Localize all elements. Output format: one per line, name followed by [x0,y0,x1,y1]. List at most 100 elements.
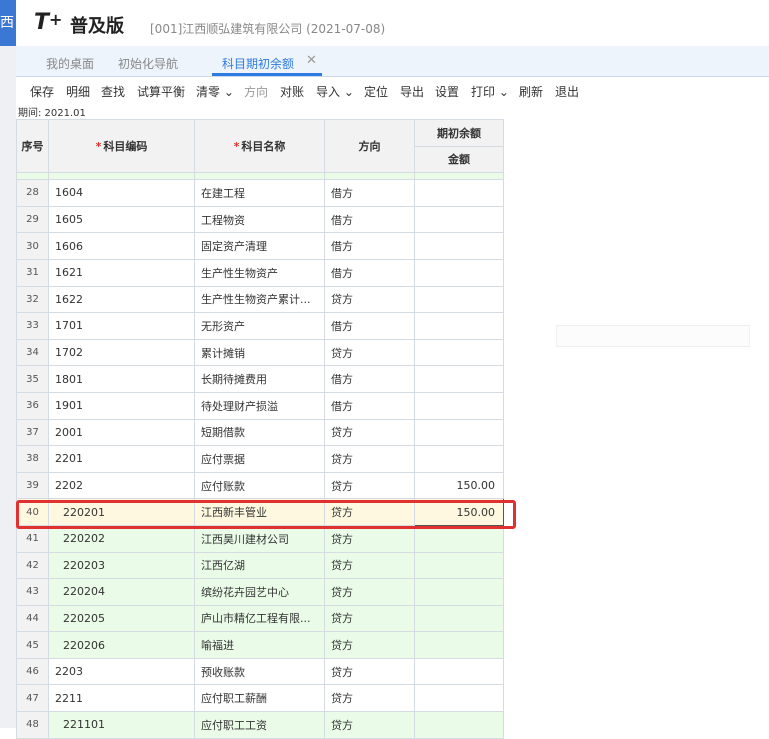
refresh-button[interactable]: 刷新 [519,83,543,100]
row-name: 固定资产清理 [194,232,325,260]
row-name: 应付票据 [194,445,325,473]
header-code: * 科目编码 [48,118,195,174]
table-row[interactable]: 38 2201 应付票据 贷方 [16,445,504,473]
row-name: 喻福进 [194,631,325,659]
row-code: 2001 [48,418,195,447]
row-code: 220206 [48,631,195,659]
row-index: 28 [16,179,49,207]
app-header: T+ 普及版 [001]江西顺弘建筑有限公司 (2021-07-08) [16,0,769,46]
table-row[interactable]: 39 2202 应付账款 贷方 150.00 [16,471,504,500]
row-index: 42 [16,551,49,580]
export-button[interactable]: 导出 [400,83,424,100]
logo-mark: T [34,10,50,35]
header-index: 序号 [16,118,49,174]
row-amount[interactable] [414,312,504,340]
row-index: 31 [16,258,49,287]
row-amount[interactable] [414,445,504,473]
row-amount[interactable] [414,684,504,713]
reconcile-button[interactable]: 对账 [280,83,304,100]
row-name: 应付职工薪酬 [194,684,325,713]
row-index: 40 [16,498,49,526]
row-amount[interactable] [414,338,504,367]
row-amount[interactable] [414,524,504,553]
row-code: 220204 [48,578,195,606]
table-row[interactable]: 46 2203 预收账款 贷方 [16,657,504,686]
detail-button[interactable]: 明细 [66,83,90,100]
row-amount[interactable] [414,205,504,234]
table-row[interactable]: 42 220203 江西亿湖 贷方 [16,551,504,580]
save-button[interactable]: 保存 [30,83,54,100]
row-amount[interactable] [414,179,504,207]
table-row[interactable]: 48 221101 应付职工工资 贷方 [16,711,504,739]
table-row[interactable]: 28 1604 在建工程 借方 [16,179,504,207]
row-code: 2211 [48,684,195,713]
trial-balance-button[interactable]: 试算平衡 [137,83,185,100]
table-row[interactable]: 35 1801 长期待摊费用 借方 [16,365,504,393]
row-code: 221101 [48,711,195,739]
row-amount[interactable] [414,258,504,287]
import-dropdown-button[interactable]: 导入 ⌄ [316,83,354,100]
row-index: 29 [16,205,49,234]
row-code: 1605 [48,205,195,234]
table-row[interactable]: 32 1622 生产性生物资产累计... 贷方 [16,285,504,314]
row-direction: 贷方 [324,657,415,686]
row-code: 1702 [48,338,195,367]
row-name: 累计摊销 [194,338,325,367]
row-amount[interactable] [414,631,504,659]
row-direction: 借方 [324,179,415,207]
table-row[interactable]: 30 1606 固定资产清理 借方 [16,232,504,260]
row-amount[interactable] [414,232,504,260]
row-amount[interactable] [414,551,504,580]
row-name: 工程物资 [194,205,325,234]
table-body: 28 1604 在建工程 借方 29 1605 工程物资 借方 30 1606 固定资产清理 借方 31… [16,179,504,739]
table-row[interactable]: 31 1621 生产性生物资产 借方 [16,258,504,287]
tab-close-icon[interactable]: ✕ [306,53,317,68]
row-index: 41 [16,524,49,553]
row-direction: 贷方 [324,418,415,447]
clear-dropdown-button[interactable]: 清零 ⌄ [196,83,234,100]
table-row[interactable]: 45 220206 喻福进 贷方 [16,631,504,659]
row-amount[interactable] [414,418,504,447]
table-row[interactable]: 29 1605 工程物资 借方 [16,205,504,234]
row-name: 江西亿湖 [194,551,325,580]
table-row[interactable]: 33 1701 无形资产 借方 [16,312,504,340]
row-index: 45 [16,631,49,659]
table-row[interactable]: 43 220204 缤纷花卉园艺中心 贷方 [16,578,504,606]
row-code: 1901 [48,391,195,420]
opening-balance-table: 序号 * 科目编码 * 科目名称 方向 期初余额 金额 28 1604 在建工程 借方 29… [16,118,504,739]
tab-desktop[interactable]: 我的桌面 [46,55,94,72]
row-amount[interactable]: 150.00 [414,471,504,500]
toolbar: 保存 明细 查找 试算平衡 清零 ⌄ 方向 对账 导入 ⌄ 定位 导出 设置 打… [16,78,769,104]
table-row[interactable]: 40 220201 江西新丰管业 贷方 150.00 [16,498,504,526]
tab-opening-balance[interactable]: 科目期初余额 [222,55,294,72]
table-row[interactable]: 41 220202 江西昊川建材公司 贷方 [16,524,504,553]
settings-button[interactable]: 设置 [435,83,459,100]
row-amount[interactable] [414,391,504,420]
sidebar-menu-tab[interactable]: 西 [0,0,16,46]
row-amount[interactable] [414,711,504,739]
row-amount[interactable] [414,578,504,606]
row-direction: 借方 [324,391,415,420]
row-amount[interactable] [414,365,504,393]
row-index: 35 [16,365,49,393]
row-index: 36 [16,391,49,420]
row-code: 1701 [48,312,195,340]
row-amount[interactable] [414,285,504,314]
row-amount[interactable] [414,604,504,633]
row-amount[interactable]: 150.00 [414,498,504,526]
exit-button[interactable]: 退出 [555,83,579,100]
table-row[interactable]: 47 2211 应付职工薪酬 贷方 [16,684,504,713]
print-dropdown-button[interactable]: 打印 ⌄ [471,83,509,100]
locate-button[interactable]: 定位 [364,83,388,100]
row-amount[interactable] [414,657,504,686]
table-row[interactable]: 34 1702 累计摊销 贷方 [16,338,504,367]
period-label: 期间: 2021.01 [18,108,86,119]
table-row[interactable]: 36 1901 待处理财产损溢 借方 [16,391,504,420]
table-row[interactable]: 44 220205 庐山市精亿工程有限... 贷方 [16,604,504,633]
tab-init-guide[interactable]: 初始化导航 [118,55,178,72]
row-name: 江西昊川建材公司 [194,524,325,553]
row-direction: 贷方 [324,285,415,314]
direction-button[interactable]: 方向 [244,83,268,100]
table-row[interactable]: 37 2001 短期借款 贷方 [16,418,504,447]
find-button[interactable]: 查找 [101,83,125,100]
